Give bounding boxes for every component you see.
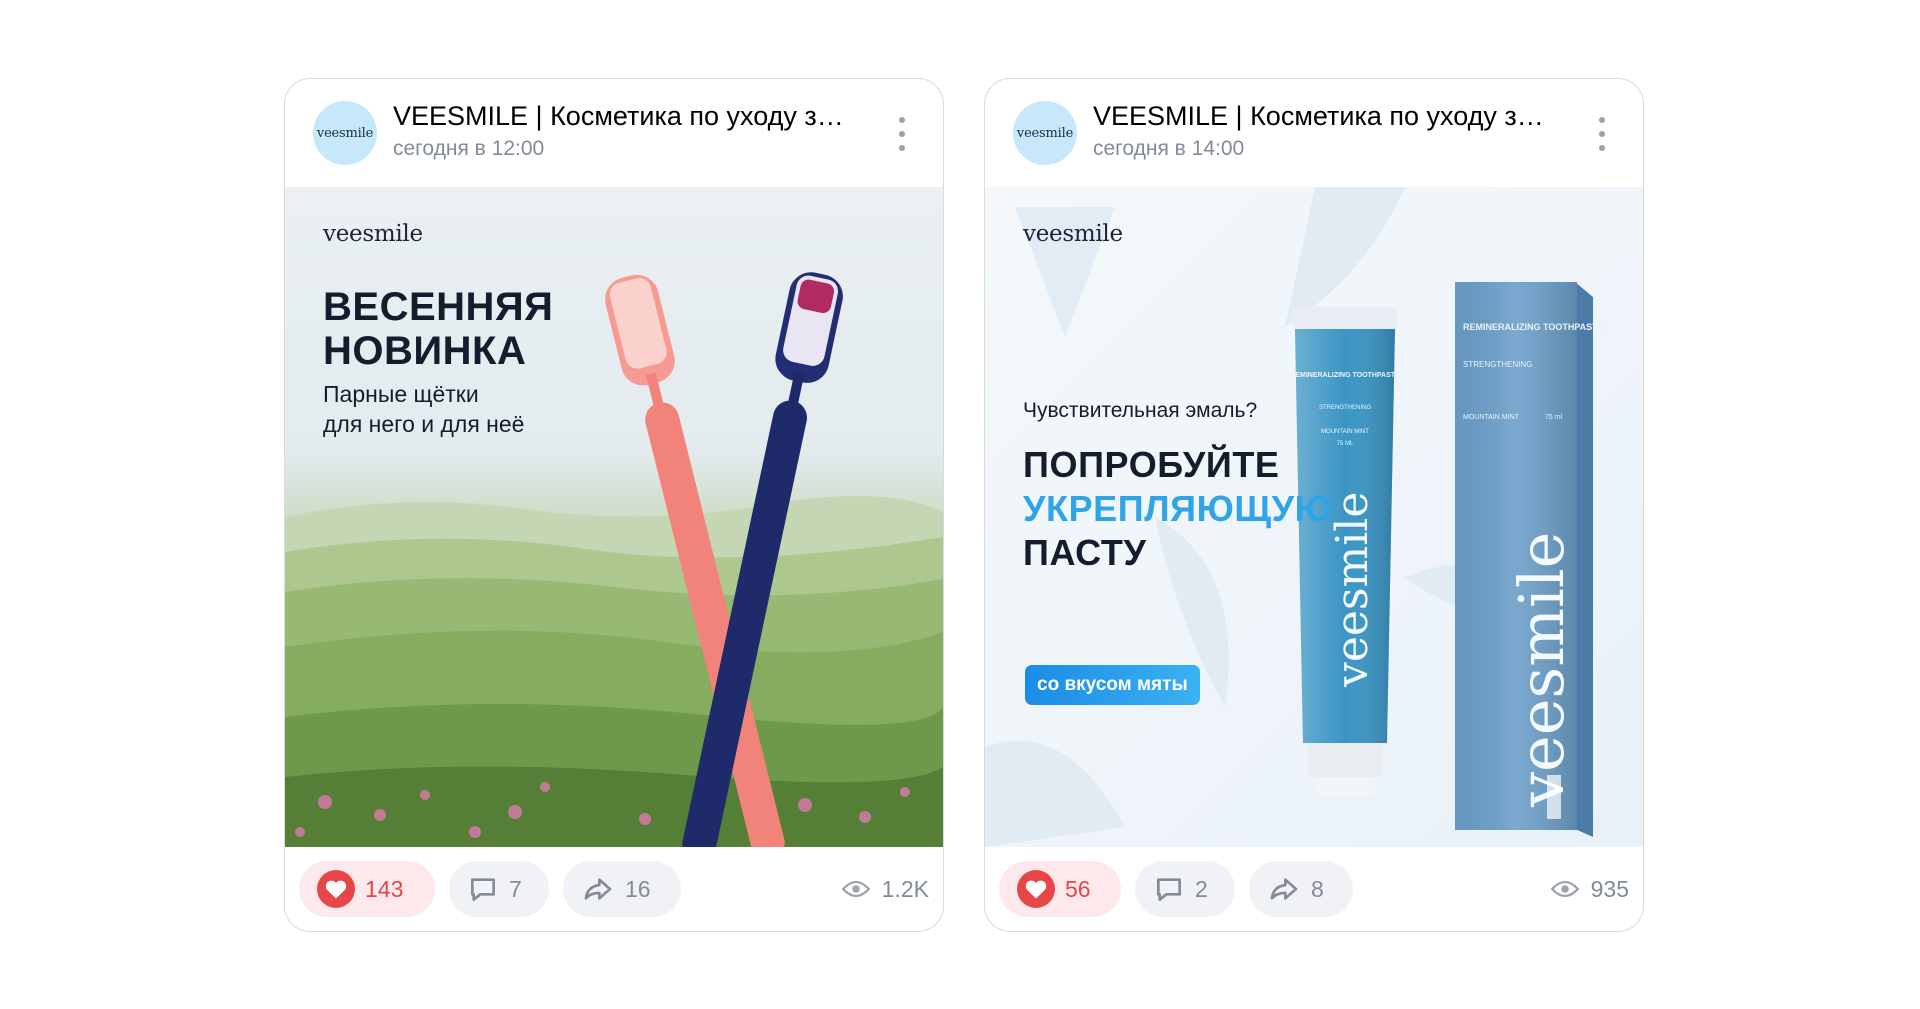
comment-icon bbox=[471, 878, 495, 901]
svg-text:75 ML: 75 ML bbox=[1337, 441, 1354, 447]
post-image[interactable]: veesmile ВЕСЕННЯЯ НОВИНКА Парные щётки д… bbox=[285, 187, 943, 847]
share-count: 16 bbox=[625, 875, 651, 902]
banner-subtitle: Парные щётки для него и для неё bbox=[323, 381, 525, 437]
views-count: 1.2K bbox=[881, 875, 929, 902]
more-vertical-icon[interactable] bbox=[1597, 117, 1607, 151]
share-count: 8 bbox=[1311, 875, 1324, 902]
svg-text:veesmile: veesmile bbox=[1505, 532, 1578, 808]
banner-question: Чувствительная эмаль? bbox=[1023, 399, 1258, 422]
eye-icon bbox=[841, 880, 870, 898]
avatar[interactable]: veesmile bbox=[313, 101, 377, 165]
flavor-badge: со вкусом мяты bbox=[1025, 665, 1200, 705]
post-time[interactable]: сегодня в 12:00 bbox=[393, 137, 544, 161]
like-count: 56 bbox=[1065, 875, 1091, 902]
svg-text:75 ml: 75 ml bbox=[1545, 414, 1563, 421]
svg-text:MOUNTAIN MINT: MOUNTAIN MINT bbox=[1321, 429, 1369, 435]
svg-text:veesmile: veesmile bbox=[1327, 492, 1378, 688]
like-button[interactable]: 143 bbox=[299, 861, 435, 917]
views-count: 935 bbox=[1590, 875, 1629, 902]
post-card-1: veesmile VEESMILE | Косметика по уходу з… bbox=[284, 78, 944, 932]
post-time[interactable]: сегодня в 14:00 bbox=[1093, 137, 1244, 161]
banner-headline: ПОПРОБУЙТЕ УКРЕПЛЯЮЩУЮ ПАСТУ bbox=[1023, 444, 1333, 573]
svg-text:STRENGTHENING: STRENGTHENING bbox=[1463, 360, 1532, 369]
like-count: 143 bbox=[365, 875, 404, 902]
banner-headline: ВЕСЕННЯЯ НОВИНКА bbox=[323, 285, 554, 373]
like-button[interactable]: 56 bbox=[999, 861, 1121, 917]
author-name[interactable]: VEESMILE | Косметика по уходу за полость… bbox=[1093, 101, 1553, 132]
views-counter: 935 bbox=[1550, 861, 1629, 917]
post-card-2: veesmile VEESMILE | Косметика по уходу з… bbox=[984, 78, 1644, 932]
comment-icon bbox=[1157, 878, 1181, 901]
avatar[interactable]: veesmile bbox=[1013, 101, 1077, 165]
post-header: veesmile VEESMILE | Косметика по уходу з… bbox=[285, 79, 943, 187]
comment-button[interactable]: 2 bbox=[1135, 861, 1235, 917]
comment-button[interactable]: 7 bbox=[449, 861, 549, 917]
share-button[interactable]: 16 bbox=[563, 861, 681, 917]
share-icon bbox=[584, 878, 612, 900]
more-vertical-icon[interactable] bbox=[897, 117, 907, 151]
svg-text:REMINERALIZING TOOTHPASTE: REMINERALIZING TOOTHPASTE bbox=[1290, 372, 1400, 379]
heart-icon bbox=[1017, 870, 1055, 908]
heart-icon bbox=[317, 870, 355, 908]
post-actions: 56 2 8 935 bbox=[985, 847, 1643, 931]
svg-text:REMINERALIZING TOOTHPASTE: REMINERALIZING TOOTHPASTE bbox=[1463, 322, 1604, 332]
share-icon bbox=[1270, 878, 1298, 900]
svg-text:STRENGTHENING: STRENGTHENING bbox=[1319, 405, 1371, 411]
comment-count: 2 bbox=[1195, 875, 1208, 902]
svg-text:MOUNTAIN MINT: MOUNTAIN MINT bbox=[1463, 414, 1520, 421]
brand-logo: veesmile bbox=[1023, 221, 1123, 247]
toothpaste-box: REMINERALIZING TOOTHPASTE STRENGTHENING … bbox=[1455, 282, 1604, 837]
brand-logo: veesmile bbox=[323, 221, 423, 247]
post-header: veesmile VEESMILE | Косметика по уходу з… bbox=[985, 79, 1643, 187]
eye-icon bbox=[1550, 880, 1579, 898]
share-button[interactable]: 8 bbox=[1249, 861, 1353, 917]
views-counter: 1.2K bbox=[841, 861, 929, 917]
author-name[interactable]: VEESMILE | Косметика по уходу за полость… bbox=[393, 101, 853, 132]
comment-count: 7 bbox=[509, 875, 522, 902]
post-actions: 143 7 16 1.2K bbox=[285, 847, 943, 931]
post-image[interactable]: REMINERALIZING TOOTHPASTE STRENGTHENING … bbox=[985, 187, 1643, 847]
